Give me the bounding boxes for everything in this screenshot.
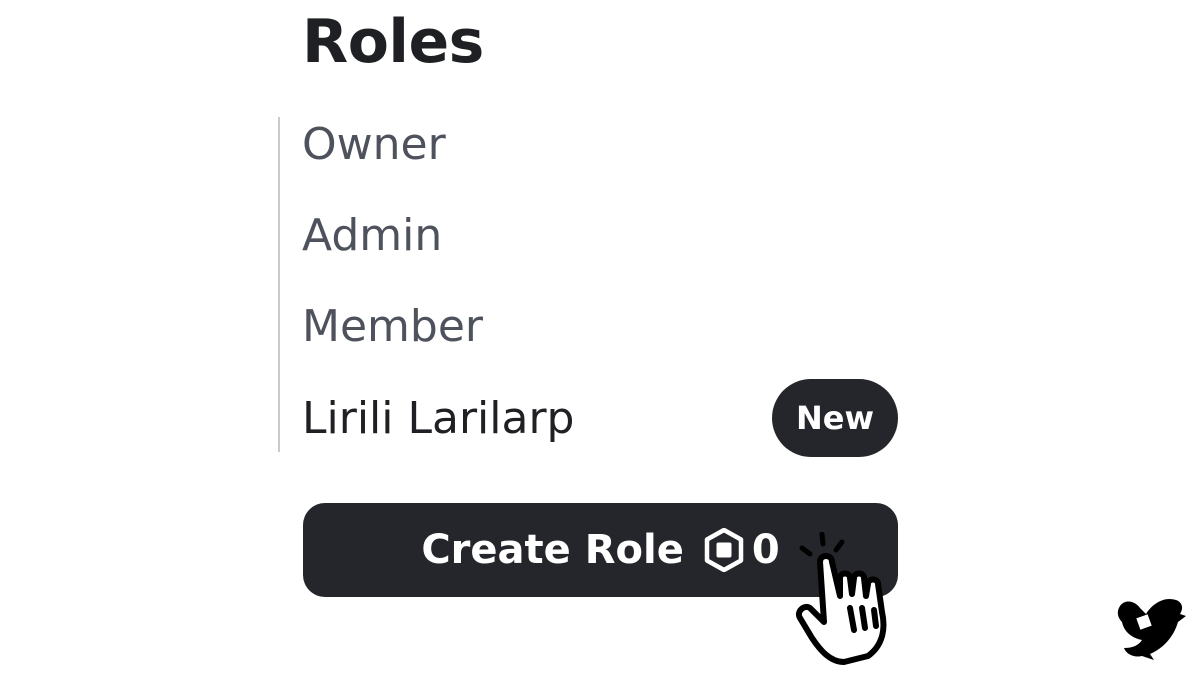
roles-list: Owner Admin Member Lirili Larilarp New — [278, 114, 900, 457]
roles-list-divider — [278, 117, 280, 452]
role-item-lirili-larilarp[interactable]: Lirili Larilarp New — [302, 379, 900, 457]
bird-logo-icon — [1117, 598, 1186, 660]
robux-price: 0 — [751, 527, 780, 573]
role-item-owner[interactable]: Owner — [302, 114, 900, 174]
role-item-admin[interactable]: Admin — [302, 205, 900, 265]
page-title: Roles — [302, 7, 484, 77]
role-label: Member — [302, 300, 483, 352]
role-label: Lirili Larilarp — [302, 392, 575, 444]
role-label: Admin — [302, 209, 443, 261]
role-label: Owner — [302, 118, 446, 170]
new-badge: New — [772, 379, 898, 457]
pointer-hand-icon — [796, 532, 887, 665]
role-item-member[interactable]: Member — [302, 296, 900, 356]
robux-icon — [704, 528, 744, 572]
create-role-label: Create Role — [421, 527, 684, 573]
